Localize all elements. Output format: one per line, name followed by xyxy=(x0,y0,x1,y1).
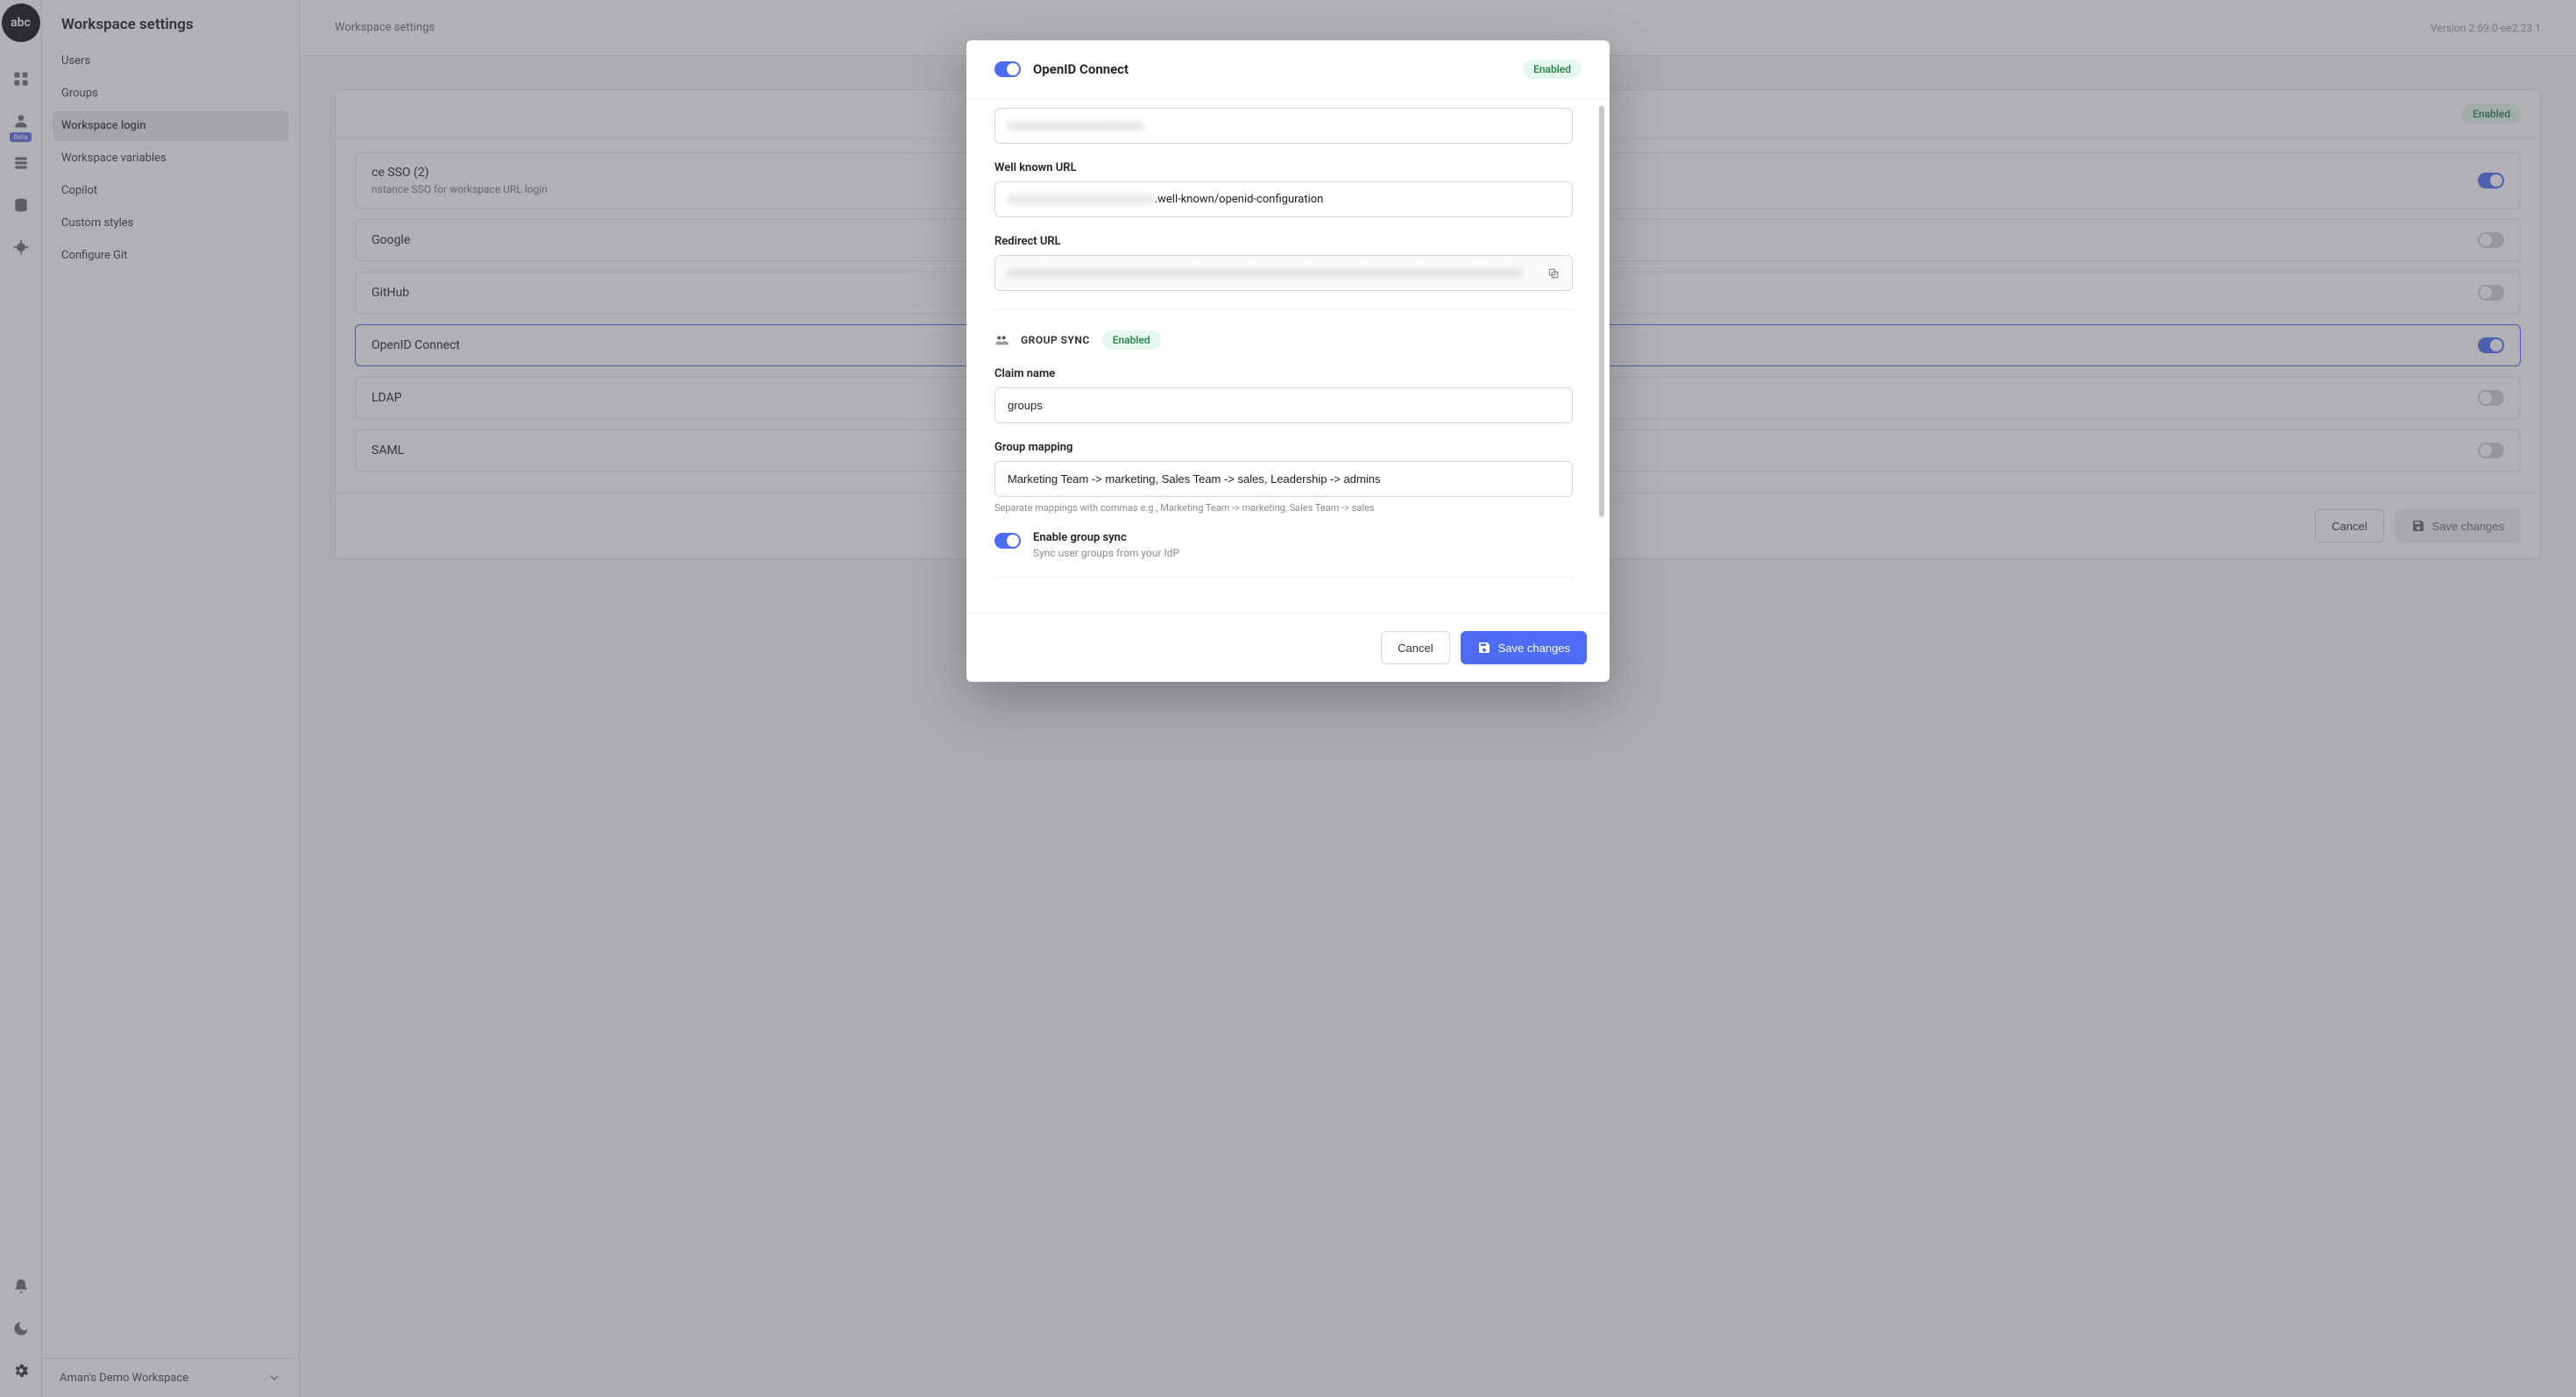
modal-footer: Cancel Save changes xyxy=(966,613,1610,682)
modal-header: OpenID Connect Enabled xyxy=(966,40,1610,99)
well-known-label: Well known URL xyxy=(994,161,1573,174)
well-known-suffix: .well-known/openid-configuration xyxy=(1155,193,1324,206)
copy-icon[interactable] xyxy=(1543,263,1564,284)
field-claim-name: Claim name xyxy=(994,367,1573,423)
field-group-mapping: Group mapping Separate mappings with com… xyxy=(994,441,1573,514)
field-partial-top: xxxxxxxxxxxxxxxxxxxxxxxx xyxy=(994,108,1573,144)
claim-label: Claim name xyxy=(994,367,1573,380)
mapping-input[interactable] xyxy=(994,461,1573,497)
claim-input[interactable] xyxy=(994,387,1573,423)
save-label: Save changes xyxy=(1498,642,1570,655)
field-redirect: Redirect URL xxxxxxxxxxxxxxxxxxxxxxxxxxx… xyxy=(994,235,1573,291)
mapping-label: Group mapping xyxy=(994,441,1573,454)
group-sync-title: GROUP SYNC xyxy=(1021,334,1090,346)
group-sync-badge: Enabled xyxy=(1102,330,1161,350)
enable-group-sync-row: Enable group sync Sync user groups from … xyxy=(994,531,1573,559)
group-sync-header: GROUP SYNC Enabled xyxy=(994,330,1573,350)
section-divider-bottom xyxy=(994,577,1573,578)
save-icon xyxy=(1477,641,1491,655)
redirect-input[interactable]: xxxxxxxxxxxxxxxxxxxxxxxxxxxxxxxxxxxxxxxx… xyxy=(994,255,1573,291)
blurred-text: xxxxxxxxxxxxxxxxxxxxxxxxxxxxxxxxxxxxxxxx… xyxy=(1008,266,1522,280)
modal-title: OpenID Connect xyxy=(1033,61,1129,77)
modal-body: xxxxxxxxxxxxxxxxxxxxxxxx Well known URL … xyxy=(966,99,1610,613)
scrollbar-thumb[interactable] xyxy=(1599,106,1604,517)
section-divider xyxy=(994,308,1573,309)
partial-input[interactable]: xxxxxxxxxxxxxxxxxxxxxxxx xyxy=(994,108,1573,144)
blurred-text: xxxxxxxxxxxxxxxxxxxxxxxx xyxy=(1008,119,1143,132)
save-button[interactable]: Save changes xyxy=(1461,631,1587,664)
blurred-text: xxxxxxxxxxxxxxxxxxxxxxxxxx xyxy=(1008,193,1155,206)
modal-master-toggle[interactable] xyxy=(994,61,1021,77)
toggle-title: Enable group sync xyxy=(1033,531,1179,544)
cancel-button[interactable]: Cancel xyxy=(1381,631,1449,664)
group-icon xyxy=(994,333,1008,347)
toggle-sub: Sync user groups from your IdP xyxy=(1033,547,1179,559)
modal-overlay[interactable]: OpenID Connect Enabled xxxxxxxxxxxxxxxxx… xyxy=(0,0,2576,1397)
mapping-help: Separate mappings with commas e.g., Mark… xyxy=(994,502,1573,514)
redirect-label: Redirect URL xyxy=(994,235,1573,248)
modal-enabled-badge: Enabled xyxy=(1523,60,1582,79)
openid-modal: OpenID Connect Enabled xxxxxxxxxxxxxxxxx… xyxy=(966,40,1610,682)
field-well-known: Well known URL xxxxxxxxxxxxxxxxxxxxxxxxx… xyxy=(994,161,1573,217)
enable-group-sync-toggle[interactable] xyxy=(994,533,1021,549)
well-known-input[interactable]: xxxxxxxxxxxxxxxxxxxxxxxxxx .well-known/o… xyxy=(994,181,1573,217)
